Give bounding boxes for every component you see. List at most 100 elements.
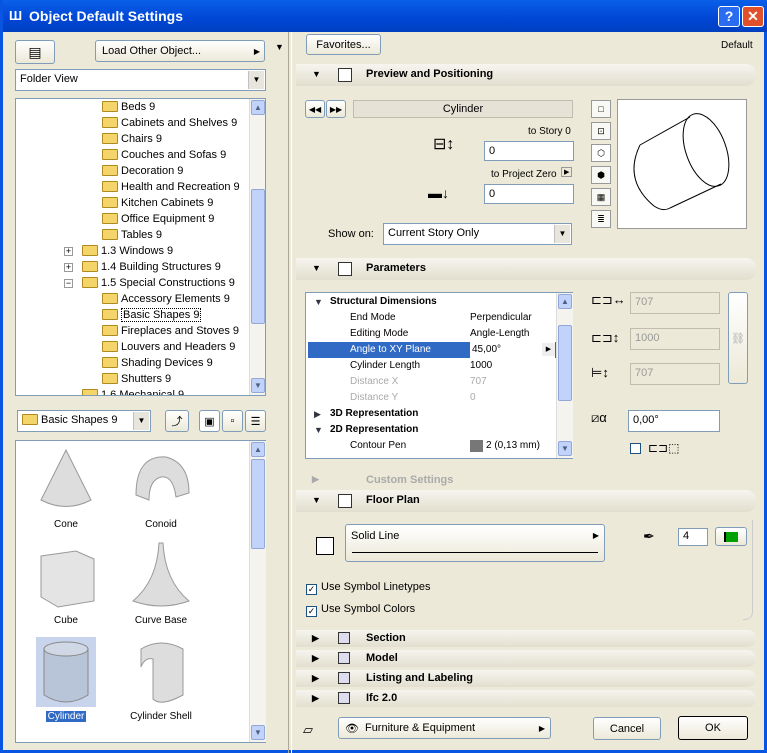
object-thumbnails[interactable]: ▲ ▼ Cone Conoid Cube Curve Base Cylinder Cylin… (15, 440, 266, 743)
thumbs-scrollbar[interactable]: ▲ ▼ (249, 441, 266, 742)
tree-expander[interactable]: + (64, 263, 73, 272)
collapse-arrow-icon[interactable]: ▼ (275, 42, 284, 52)
section-title: Custom Settings (366, 474, 454, 486)
folder-up-button[interactable]: ⤴ (165, 410, 189, 432)
tree-item[interactable]: Chairs 9 (102, 131, 162, 147)
parameter-name: Distance Y (350, 392, 399, 403)
section-header[interactable]: ▶ Listing and Labeling (296, 670, 756, 687)
tree-item[interactable]: Shading Devices 9 (102, 355, 213, 371)
tree-item[interactable]: Couches and Sofas 9 (102, 147, 226, 163)
axonometric-view-button[interactable]: ⬡ (591, 144, 611, 162)
to-project-zero-input[interactable]: 0 (484, 184, 574, 204)
parameter-value[interactable]: 1000 (470, 358, 492, 374)
parameter-value[interactable]: Perpendicular (470, 310, 532, 326)
tree-item[interactable]: Louvers and Headers 9 (102, 339, 235, 355)
ok-button[interactable]: OK (678, 716, 748, 740)
folder-icon (82, 277, 98, 288)
tree-item[interactable]: Decoration 9 (102, 163, 183, 179)
parameter-row[interactable]: ▼ Structural Dimensions (308, 294, 556, 310)
side-view-button[interactable]: ⊡ (591, 122, 611, 140)
next-object-button[interactable]: ▶▶ (326, 100, 346, 118)
splitter[interactable] (288, 32, 292, 753)
parameter-row[interactable]: Editing Mode Angle-Length (308, 326, 556, 342)
favorites-button[interactable]: Favorites... (306, 34, 381, 55)
mirror-checkbox[interactable] (630, 443, 645, 455)
object-thumbnail[interactable]: Conoid (121, 445, 201, 530)
use-symbol-colors-checkbox[interactable]: ✓ Use Symbol Colors (306, 603, 415, 617)
section-parameters-header[interactable]: ▼ Parameters (296, 258, 756, 280)
tree-expander[interactable]: + (64, 247, 73, 256)
parameter-row[interactable]: End Mode Perpendicular (308, 310, 556, 326)
view-mode-button[interactable]: ▤ (15, 40, 55, 64)
to-story-input[interactable]: 0 (484, 141, 574, 161)
library-tree[interactable]: ▲ ▼ Beds 9 Cabinets and Shelves 9 Chairs 9 C… (15, 98, 266, 396)
view-select[interactable]: Folder View ▼ (15, 69, 266, 91)
tree-item[interactable]: 1.5 Special Constructions 9 (82, 275, 235, 291)
small-icons-button[interactable]: ▫ (222, 410, 243, 432)
parameter-row[interactable]: ▶ 3D Representation (308, 406, 556, 422)
large-icons-button[interactable]: ▣ (199, 410, 220, 432)
info-button[interactable]: ≣ (591, 210, 611, 228)
tree-item[interactable]: 1.3 Windows 9 (82, 243, 173, 259)
reference-menu-arrow[interactable]: ▶ (561, 167, 573, 177)
shaded-view-button[interactable]: ⬢ (591, 166, 611, 184)
tree-scrollbar[interactable]: ▲ ▼ (249, 99, 265, 395)
tree-item[interactable]: Shutters 9 (102, 371, 171, 387)
parameter-row[interactable]: Cylinder Length 1000 (308, 358, 556, 374)
title-bar: Ш Object Default Settings ? ✕ (3, 0, 767, 32)
folder-select[interactable]: Basic Shapes 9 ▼ (17, 410, 151, 432)
depth-input[interactable]: 707 (630, 363, 720, 385)
tree-item[interactable]: Office Equipment 9 (102, 211, 214, 227)
width-input[interactable]: 707 (630, 292, 720, 314)
preview-list-button[interactable]: ▦ (591, 188, 611, 206)
parameter-row[interactable]: ▼ 2D Representation (308, 422, 556, 438)
tree-item[interactable]: Basic Shapes 9 (102, 307, 202, 323)
parameter-row[interactable]: Angle to XY Plane 45,00° ▶ (308, 342, 556, 358)
tree-item[interactable]: Accessory Elements 9 (102, 291, 230, 307)
section-header[interactable]: ▶ Model (296, 650, 756, 667)
object-thumbnail[interactable]: Cone (26, 445, 106, 530)
tree-expander[interactable]: − (64, 279, 73, 288)
load-other-object-button[interactable]: Load Other Object... ▶ (95, 40, 265, 62)
section-header[interactable]: ▶ Ifc 2.0 (296, 690, 756, 707)
tree-item[interactable]: Beds 9 (102, 99, 155, 115)
pen-number-input[interactable]: 4 (678, 528, 708, 546)
line-type-icon (316, 537, 334, 555)
parameter-value[interactable]: 707 (470, 374, 487, 390)
link-proportions-button[interactable]: ⛓ (728, 292, 748, 384)
cancel-button[interactable]: Cancel (593, 717, 661, 740)
section-preview-header[interactable]: ▼ Preview and Positioning (296, 64, 756, 86)
tree-item[interactable]: Cabinets and Shelves 9 (102, 115, 237, 131)
layer-select[interactable]: 👁 Furniture & Equipment ▶ (338, 717, 551, 739)
tree-item[interactable]: 1.4 Building Structures 9 (82, 259, 221, 275)
parameter-row[interactable]: Distance Y 0 (308, 390, 556, 406)
parameter-value[interactable]: Angle-Length (470, 326, 530, 342)
plan-view-button[interactable]: □ (591, 100, 611, 118)
parameter-row[interactable]: Contour Pen 2 (0,13 mm) (308, 438, 556, 454)
object-thumbnail[interactable]: Cylinder Shell (121, 637, 201, 722)
tree-item[interactable]: 1.6 Mechanical 9 (82, 387, 184, 395)
tree-item[interactable]: Fireplaces and Stoves 9 (102, 323, 239, 339)
line-type-button[interactable]: Solid Line ▶ (345, 524, 605, 562)
angle-input[interactable]: 0,00° (628, 410, 720, 432)
tree-item[interactable]: Health and Recreation 9 (102, 179, 240, 195)
section-header[interactable]: ▶ Section (296, 630, 756, 647)
parameter-value[interactable]: 0 (470, 390, 476, 406)
show-on-select[interactable]: Current Story Only ▼ (383, 223, 572, 245)
prev-object-button[interactable]: ◀◀ (305, 100, 325, 118)
close-button[interactable]: ✕ (742, 6, 764, 27)
parameter-row[interactable]: Distance X 707 (308, 374, 556, 390)
list-icons-button[interactable]: ☰ (245, 410, 266, 432)
height-input[interactable]: 1000 (630, 328, 720, 350)
tree-item[interactable]: Tables 9 (102, 227, 162, 243)
object-thumbnail[interactable]: Curve Base (121, 541, 201, 626)
section-icon (338, 652, 350, 664)
parameter-scrollbar[interactable]: ▲ ▼ (556, 293, 573, 458)
value-menu-arrow[interactable]: ▶ (542, 343, 555, 356)
object-thumbnail[interactable]: Cube (26, 541, 106, 626)
section-floor-plan-header[interactable]: ▼ Floor Plan (296, 490, 756, 512)
use-symbol-linetypes-checkbox[interactable]: ✓ Use Symbol Linetypes (306, 581, 430, 595)
help-button[interactable]: ? (718, 6, 740, 27)
object-thumbnail[interactable]: Cylinder (26, 637, 106, 722)
tree-item[interactable]: Kitchen Cabinets 9 (102, 195, 213, 211)
